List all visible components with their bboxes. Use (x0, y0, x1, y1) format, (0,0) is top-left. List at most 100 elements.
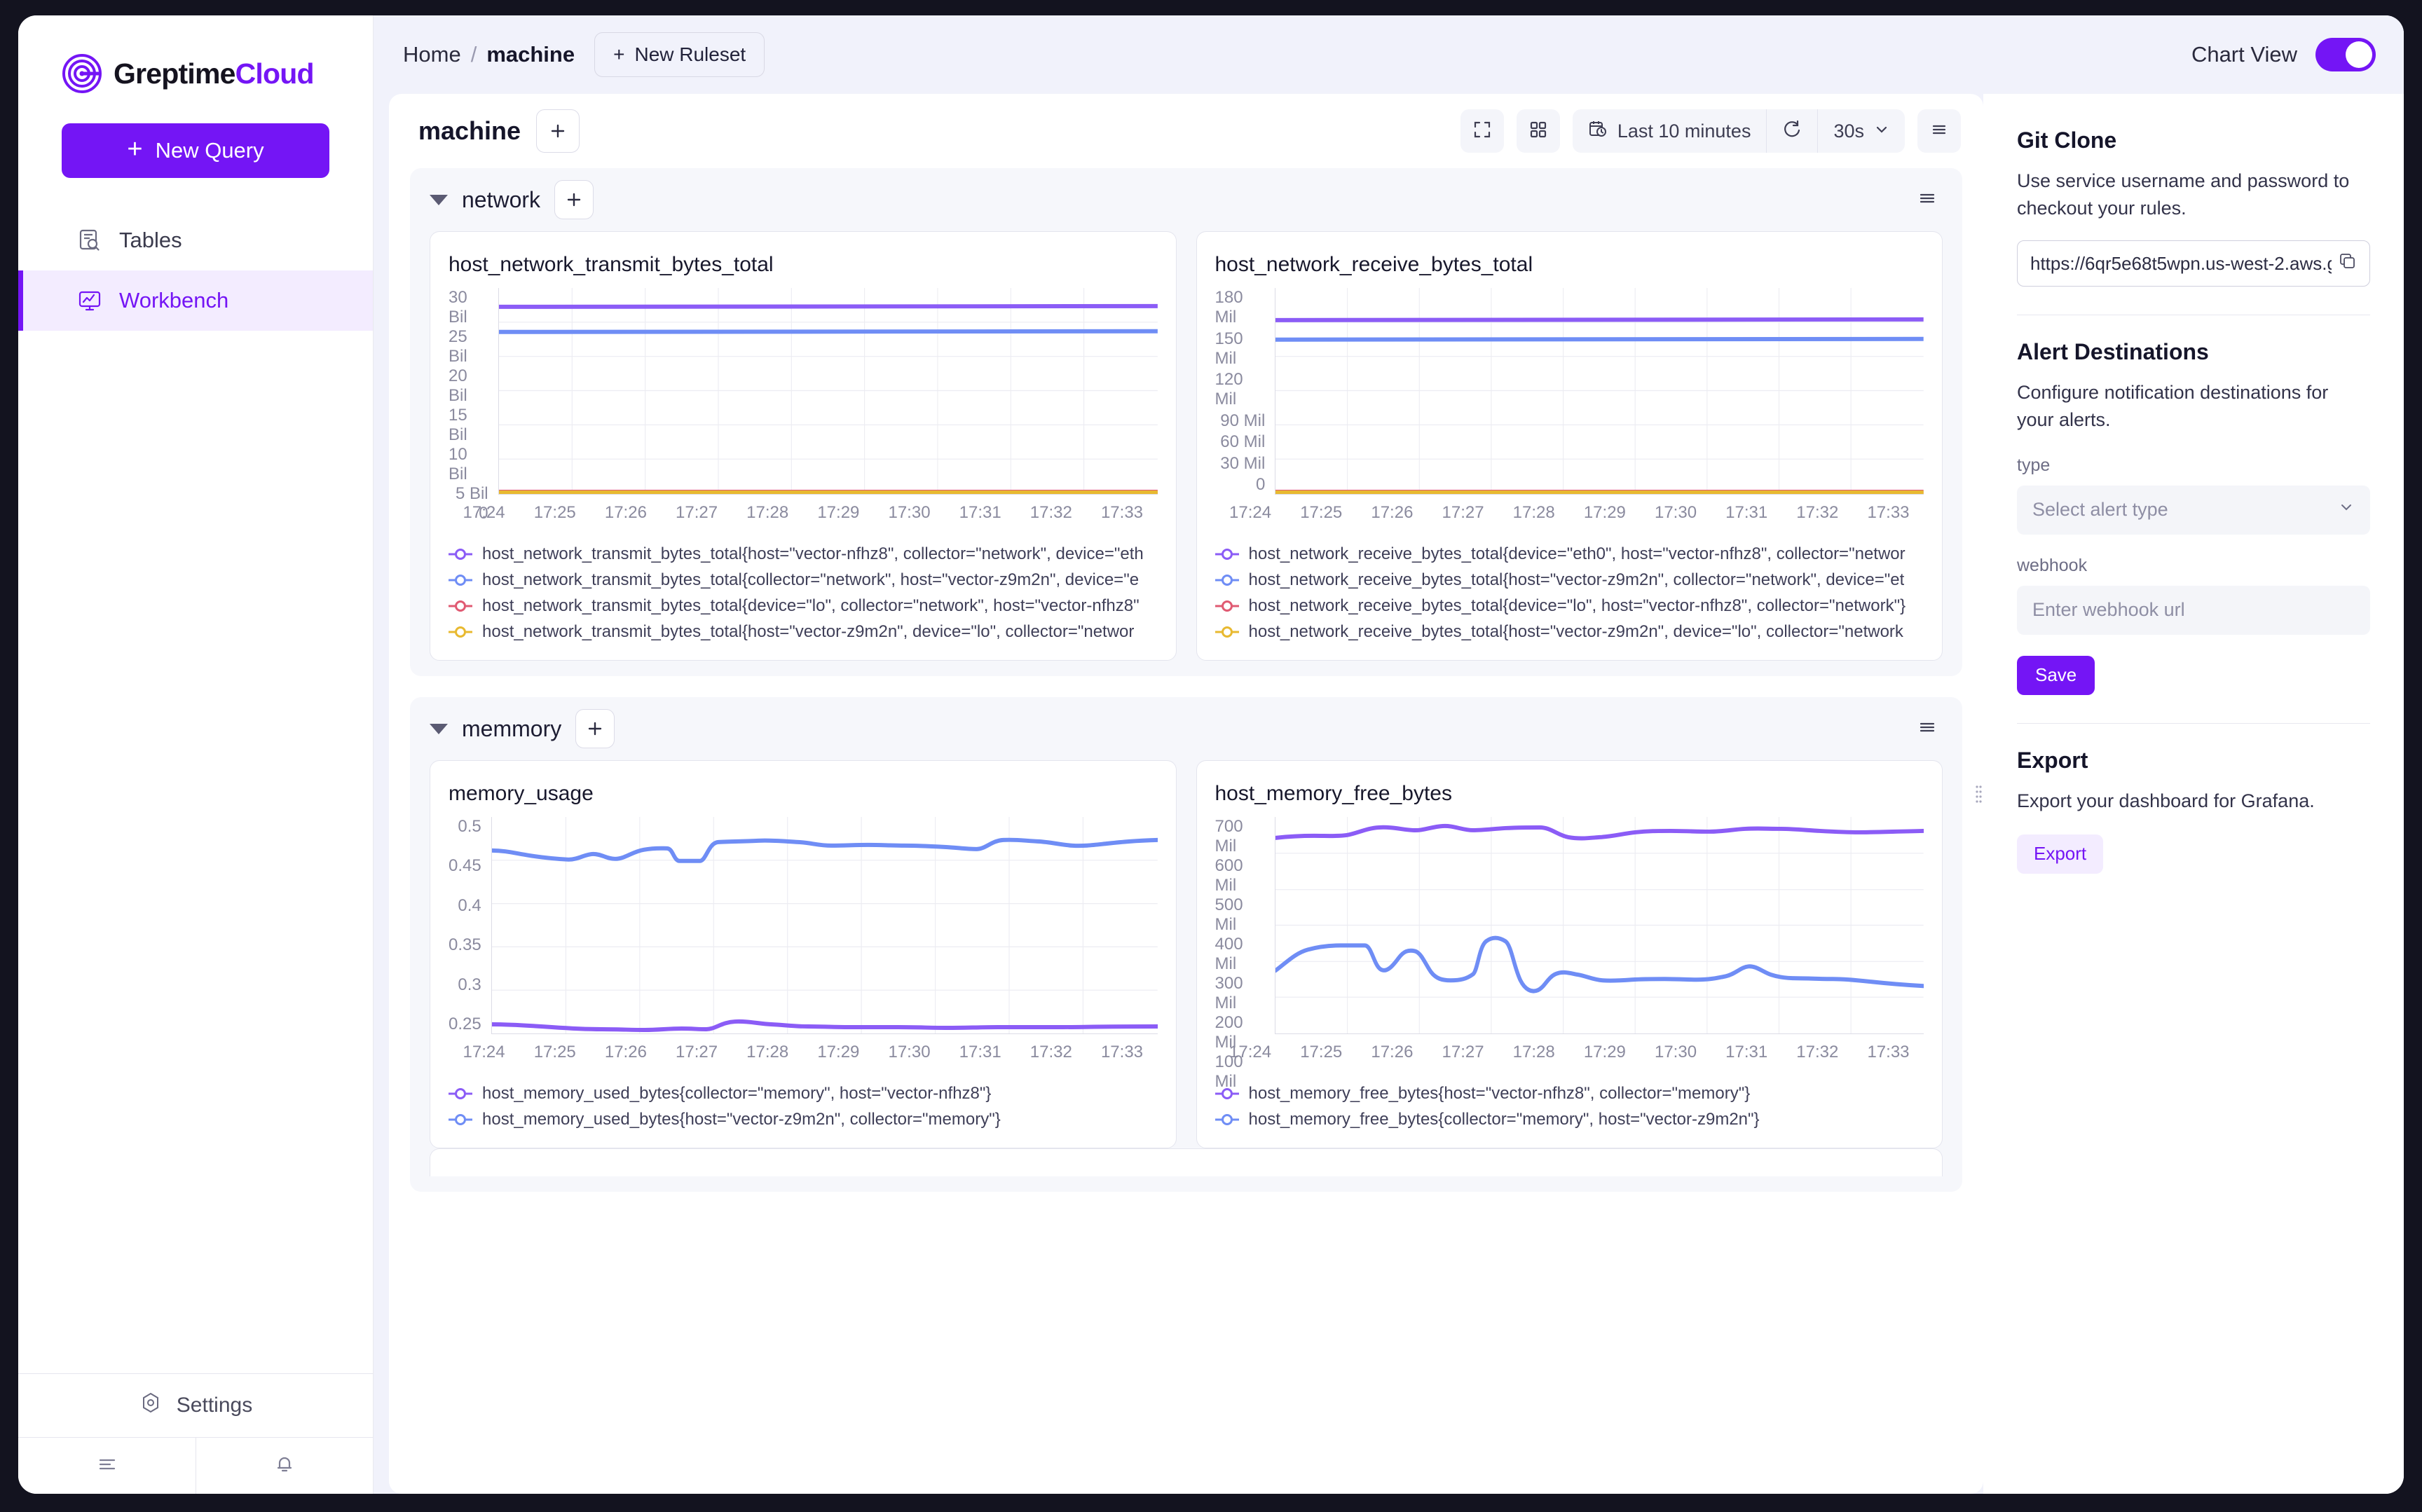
group-menu-button[interactable] (1916, 716, 1938, 742)
legend-item[interactable]: host_memory_used_bytes{collector="memory… (449, 1080, 1158, 1106)
x-tick: 17:26 (604, 503, 647, 522)
desktop-background: GreptimeCloud + New Query Tables Workben… (0, 0, 2422, 1512)
y-axis-labels: 30 Bil 25 Bil 20 Bil 15 Bil 10 Bil 5 Bil… (449, 288, 498, 523)
x-tick: 17:28 (746, 503, 789, 522)
group-menu-button[interactable] (1916, 187, 1938, 213)
legend-item[interactable]: host_memory_used_bytes{host="vector-z9m2… (449, 1106, 1158, 1132)
legend-item[interactable]: host_network_transmit_bytes_total{collec… (449, 567, 1158, 593)
brand-name-second: Cloud (235, 57, 315, 90)
toggle-knob (2346, 41, 2372, 68)
legend-item[interactable]: host_network_receive_bytes_total{device=… (1215, 593, 1924, 619)
new-query-label: New Query (155, 138, 264, 163)
chart-svg (498, 288, 1158, 494)
notifications-button[interactable] (196, 1438, 373, 1494)
chart-panel: memory_usage 0.5 0.45 0.4 0.35 0.3 0.25 (430, 760, 1177, 1148)
x-tick: 17:28 (1512, 1043, 1555, 1061)
legend-item[interactable]: host_network_receive_bytes_total{host="v… (1215, 567, 1924, 593)
x-tick: 17:27 (676, 1043, 718, 1061)
grid-layout-button[interactable] (1516, 109, 1560, 153)
brand-logo[interactable]: GreptimeCloud (18, 15, 373, 99)
legend-item[interactable]: host_network_transmit_bytes_total{host="… (449, 619, 1158, 645)
breadcrumb-home[interactable]: Home (403, 42, 461, 67)
y-tick: 25 Bil (449, 327, 467, 366)
legend-item[interactable]: host_network_transmit_bytes_total{device… (449, 593, 1158, 619)
sidebar-item-label-tables: Tables (119, 228, 182, 252)
y-tick: 10 Bil (449, 445, 467, 483)
board-scroll-region[interactable]: network host_network_transmit_bytes_tota… (389, 168, 1983, 1494)
legend-item[interactable]: host_network_receive_bytes_total{device=… (1215, 541, 1924, 567)
chevron-down-icon[interactable] (430, 194, 448, 205)
chart-legend: host_network_receive_bytes_total{device=… (1215, 541, 1924, 645)
legend-label: host_network_transmit_bytes_total{host="… (482, 621, 1135, 641)
legend-item[interactable]: host_memory_free_bytes{host="vector-nfhz… (1215, 1080, 1924, 1106)
sidebar-item-tables[interactable]: Tables (18, 210, 373, 270)
group-name: network (462, 186, 541, 212)
panel-resize-handle[interactable] (1973, 780, 1983, 808)
export-button[interactable]: Export (2017, 834, 2104, 874)
legend-item[interactable]: host_memory_free_bytes{collector="memory… (1215, 1106, 1924, 1132)
board-title: machine (418, 116, 521, 145)
chart-view-toggle[interactable] (2315, 38, 2376, 71)
chart-svg (1275, 817, 1924, 1033)
group-panels: host_network_transmit_bytes_total 30 Bil… (410, 231, 1962, 661)
legend-item[interactable]: host_network_transmit_bytes_total{host="… (449, 541, 1158, 567)
y-tick: 400 Mil (1215, 935, 1243, 973)
board-toolbar: machine Last 10 minutes 30s (389, 94, 1983, 168)
plot-area[interactable] (1275, 288, 1924, 495)
plot-area[interactable] (498, 288, 1158, 495)
copy-icon[interactable] (2339, 252, 2357, 275)
y-tick: 15 Bil (449, 406, 467, 444)
collapse-sidebar-button[interactable] (18, 1438, 196, 1494)
x-tick: 17:30 (1654, 503, 1697, 522)
add-panel-button[interactable] (575, 709, 615, 748)
fullscreen-button[interactable] (1460, 109, 1504, 153)
next-panel-partial (430, 1148, 1943, 1176)
plot-area[interactable] (491, 817, 1158, 1034)
new-query-button[interactable]: + New Query (62, 123, 329, 178)
x-axis-labels: 17:24 17:25 17:26 17:27 17:28 17:29 17:3… (449, 1034, 1158, 1062)
workbench-icon (77, 288, 102, 313)
x-tick: 17:26 (604, 1043, 647, 1061)
y-tick: 0.5 (458, 817, 481, 836)
new-ruleset-button[interactable]: + New Ruleset (594, 32, 765, 77)
plus-icon: + (613, 43, 625, 65)
x-tick: 17:29 (817, 1043, 860, 1061)
add-group-button[interactable] (536, 109, 580, 153)
x-tick: 17:28 (746, 1043, 789, 1061)
settings-button[interactable]: Settings (18, 1373, 373, 1438)
alert-type-select[interactable]: Select alert type (2017, 485, 2370, 535)
y-axis-labels: 0.5 0.45 0.4 0.35 0.3 0.25 (449, 817, 491, 1034)
x-tick: 17:31 (1725, 1043, 1768, 1061)
x-tick: 17:33 (1867, 503, 1910, 522)
refresh-interval-select[interactable]: 30s (1817, 109, 1905, 153)
time-range-picker[interactable]: Last 10 minutes (1573, 109, 1767, 153)
y-tick: 0.35 (449, 935, 481, 955)
legend-marker-icon (1215, 625, 1239, 639)
content-area: machine Last 10 minutes 30s network host… (374, 94, 2404, 1494)
sidebar-item-workbench[interactable]: Workbench (18, 270, 373, 331)
y-tick: 600 Mil (1215, 856, 1243, 895)
y-axis-labels: 700 Mil 600 Mil 500 Mil 400 Mil 300 Mil … (1215, 817, 1275, 1091)
add-panel-button[interactable] (554, 180, 594, 219)
alert-type-placeholder: Select alert type (2032, 499, 2168, 521)
board-menu-button[interactable] (1917, 109, 1961, 153)
alert-destinations-heading: Alert Destinations (2017, 339, 2209, 365)
breadcrumb-current: machine (486, 42, 575, 67)
webhook-input[interactable]: Enter webhook url (2017, 585, 2370, 635)
git-clone-url-field[interactable]: https://6qr5e68t5wpn.us-west-2.aws.grept… (2017, 240, 2370, 287)
save-button[interactable]: Save (2017, 655, 2095, 695)
y-tick: 30 Mil (1220, 453, 1266, 473)
webhook-placeholder: Enter webhook url (2032, 599, 2185, 621)
x-tick: 17:32 (1029, 503, 1072, 522)
legend-marker-icon (449, 625, 472, 639)
y-tick: 0.3 (458, 975, 481, 994)
export-description: Export your dashboard for Grafana. (2017, 790, 2315, 811)
refresh-button[interactable] (1766, 109, 1817, 153)
plot-area[interactable] (1275, 817, 1924, 1034)
legend-item[interactable]: host_network_receive_bytes_total{host="v… (1215, 619, 1924, 645)
x-tick: 17:30 (888, 1043, 931, 1061)
chevron-down-icon[interactable] (430, 723, 448, 734)
x-tick: 17:26 (1371, 1043, 1414, 1061)
fullscreen-icon (1472, 119, 1493, 144)
